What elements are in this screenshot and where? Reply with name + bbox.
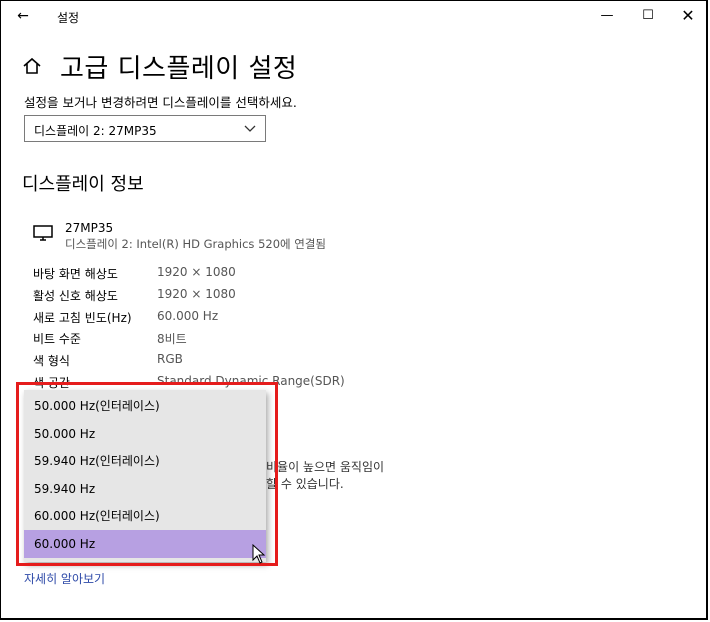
display-select-value: 디스플레이 2: 27MP35 xyxy=(34,124,157,138)
maximize-button[interactable]: ☐ xyxy=(633,4,663,28)
select-display-instruction: 설정을 보거나 변경하려면 디스플레이를 선택하세요. xyxy=(24,95,297,110)
learn-more-link[interactable]: 자세히 알아보기 xyxy=(24,570,105,587)
refresh-rate-description-line1: 비율이 높으면 움직임이 xyxy=(266,460,385,474)
info-label-bit-depth: 비트 수준 xyxy=(33,332,81,346)
monitor-icon xyxy=(33,225,53,241)
back-button[interactable]: ← xyxy=(10,4,36,28)
back-arrow-icon: ← xyxy=(17,8,29,24)
minimize-button[interactable]: — xyxy=(592,4,622,28)
home-icon xyxy=(23,57,41,74)
info-label-refresh-rate: 새로 고침 빈도(Hz) xyxy=(33,311,132,325)
close-button[interactable]: ✕ xyxy=(673,4,703,28)
info-value-color-format: RGB xyxy=(157,352,183,366)
display-select[interactable]: 디스플레이 2: 27MP35 xyxy=(24,115,266,142)
maximize-icon: ☐ xyxy=(642,8,654,23)
info-label-color-format: 색 형식 xyxy=(33,354,70,368)
app-title: 설정 xyxy=(57,11,80,25)
page-title: 고급 디스플레이 설정 xyxy=(60,54,298,84)
display-info-heading: 디스플레이 정보 xyxy=(22,174,144,195)
info-value-desktop-resolution: 1920 × 1080 xyxy=(157,265,236,279)
info-label-desktop-resolution: 바탕 화면 해상도 xyxy=(33,267,118,281)
mouse-cursor-icon xyxy=(252,544,266,564)
info-value-bit-depth: 8비트 xyxy=(157,332,187,346)
info-value-refresh-rate: 60.000 Hz xyxy=(157,309,219,323)
minimize-icon: — xyxy=(600,8,614,23)
title-bar: ← 설정 — ☐ ✕ xyxy=(0,0,710,32)
info-value-active-resolution: 1920 × 1080 xyxy=(157,287,236,301)
info-label-active-resolution: 활성 신호 해상도 xyxy=(33,289,118,303)
close-icon: ✕ xyxy=(681,6,695,25)
highlight-annotation-box xyxy=(16,382,278,566)
monitor-name: 27MP35 xyxy=(65,221,114,235)
monitor-description: 디스플레이 2: Intel(R) HD Graphics 520에 연결됨 xyxy=(65,237,327,251)
chevron-down-icon xyxy=(244,125,256,132)
